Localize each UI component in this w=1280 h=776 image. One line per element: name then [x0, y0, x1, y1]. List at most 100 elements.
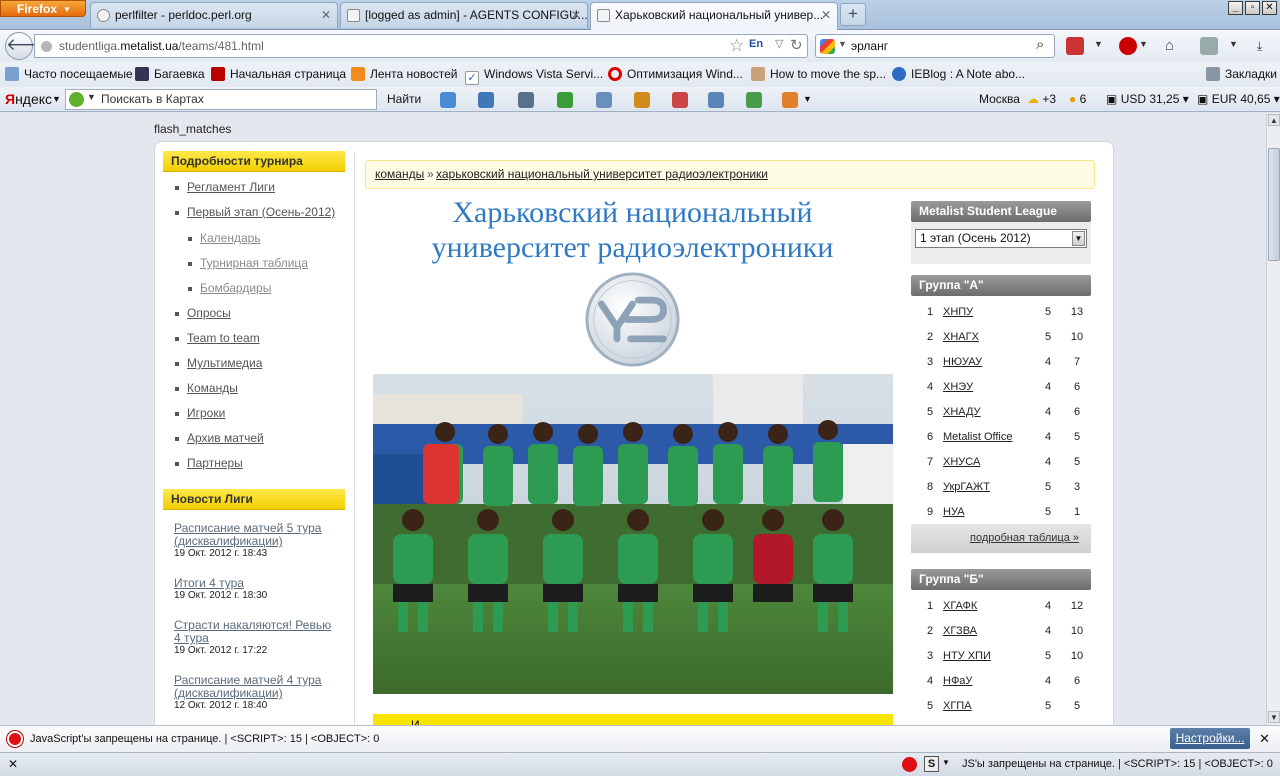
url-text[interactable]: studentliga.metalist.ua/teams/481.html — [59, 39, 264, 53]
tab-close-icon[interactable]: ✕ — [321, 3, 331, 27]
team-link[interactable]: ХГАФК — [943, 600, 977, 612]
apps-icon[interactable] — [518, 92, 534, 108]
close-icon[interactable]: ✕ — [1259, 731, 1270, 747]
menu-link-partners[interactable]: Партнеры — [187, 456, 243, 470]
key-icon[interactable] — [557, 92, 573, 108]
search-icon[interactable]: ⌕ — [1036, 36, 1044, 53]
team-link[interactable]: ХНЭУ — [943, 381, 973, 393]
find-button[interactable]: Найти — [387, 92, 421, 106]
bookmark-item[interactable]: IEBlog : A Note abo... — [892, 67, 1025, 81]
chevron-down-icon[interactable]: ▼ — [1072, 231, 1085, 246]
bookmarks-menu[interactable]: Закладки — [1206, 67, 1277, 81]
weather-widget[interactable]: ☁ +3 — [1027, 92, 1056, 106]
map-search-icon[interactable] — [69, 92, 84, 107]
tab-close-icon[interactable]: ✕ — [571, 3, 581, 27]
chevron-down-icon[interactable]: ▼ — [1094, 39, 1103, 49]
menu-link-teams[interactable]: Команды — [187, 381, 238, 395]
maximize-button[interactable]: ▫ — [1245, 1, 1260, 15]
close-window-button[interactable]: ✕ — [1262, 1, 1277, 15]
more-tools-icon[interactable]: ⤓ — [1257, 39, 1262, 54]
stage-select[interactable]: 1 этап (Осень 2012) ▼ — [915, 229, 1087, 248]
team-link[interactable]: ХГПА — [943, 700, 972, 712]
minimize-button[interactable]: _ — [1228, 1, 1243, 15]
yandex-search-input[interactable]: ▼ Поискать в Картах — [65, 89, 377, 110]
menu-link-standings[interactable]: Турнирная таблица — [200, 256, 308, 270]
tab-kharkiv-university[interactable]: Харьковский национальный универ... ✕ — [590, 2, 838, 30]
url-history-dropdown-icon[interactable]: ▽ — [775, 37, 783, 50]
bookmark-star-icon[interactable]: ☆ — [729, 36, 744, 56]
chevron-down-icon[interactable]: ▼ — [1139, 39, 1148, 49]
new-tab-button[interactable]: + — [840, 3, 866, 26]
scroll-down-icon[interactable]: ▼ — [1268, 711, 1280, 723]
translate-icon[interactable] — [478, 92, 494, 108]
menu-link-team-to-team[interactable]: Team to team — [187, 331, 260, 345]
tab-close-icon[interactable]: ✕ — [821, 3, 831, 27]
tab-agents-config[interactable]: [logged as admin] - AGENTS CONFIGU... ✕ — [340, 2, 588, 28]
search-input[interactable]: эрланг — [851, 39, 888, 53]
yandex-logo[interactable]: Яндекс — [5, 91, 52, 107]
team-link[interactable]: ХГЗВА — [943, 625, 977, 637]
team-link[interactable]: ХНАГХ — [943, 331, 979, 343]
bookmark-item[interactable]: Часто посещаемые — [5, 67, 133, 81]
reload-icon[interactable]: ↻ — [790, 36, 803, 54]
team-link[interactable]: ХНАДУ — [943, 406, 981, 418]
news-link[interactable]: Страсти накаляются! Ревью 4 тура — [174, 619, 339, 645]
breadcrumb-teams-link[interactable]: команды — [375, 167, 424, 181]
menu-link-polls[interactable]: Опросы — [187, 306, 231, 320]
team-link[interactable]: УкрГАЖТ — [943, 481, 990, 493]
bookmark-item[interactable]: ✓ Windows Vista Servi... — [465, 67, 603, 85]
site-identity-icon[interactable] — [41, 41, 52, 52]
mail-check-icon[interactable] — [440, 92, 456, 108]
full-table-link[interactable]: подробная таблица » — [970, 532, 1079, 544]
menu-link-scorers[interactable]: Бомбардиры — [200, 281, 271, 295]
menu-link-first-stage[interactable]: Первый этап (Осень-2012) — [187, 205, 335, 219]
google-icon[interactable] — [820, 39, 835, 54]
vertical-scrollbar[interactable]: ▲ ▼ — [1266, 113, 1280, 725]
firefox-menu-button[interactable]: Firefox ▼ — [0, 0, 86, 17]
team-link[interactable]: НФаУ — [943, 675, 972, 687]
add-icon[interactable] — [746, 92, 762, 108]
scroll-up-icon[interactable]: ▲ — [1268, 114, 1280, 126]
scrollbar-thumb[interactable] — [1268, 148, 1280, 261]
music-icon[interactable] — [634, 92, 650, 108]
noscript-icon[interactable] — [902, 757, 917, 772]
usd-rate[interactable]: ▣ USD 31,25 ▾ — [1106, 92, 1189, 106]
menu-link-players[interactable]: Игроки — [187, 406, 225, 420]
chevron-down-icon[interactable]: ▼ — [942, 758, 950, 767]
city-label[interactable]: Москва — [979, 92, 1020, 106]
network-icon[interactable] — [708, 92, 724, 108]
breadcrumb-current-link[interactable]: харьковский национальный университет рад… — [436, 167, 768, 181]
mail-icon[interactable] — [596, 92, 612, 108]
settings-button[interactable]: Настройки... — [1170, 728, 1250, 749]
team-link[interactable]: Metalist Office — [943, 431, 1013, 443]
bookmark-item[interactable]: Багаевка — [135, 67, 205, 81]
bookmark-item[interactable]: How to move the sp... — [751, 67, 886, 81]
script-settings-icon[interactable]: S — [924, 756, 939, 772]
home-icon[interactable]: ⌂ — [1165, 37, 1183, 55]
language-indicator[interactable]: En — [749, 38, 763, 50]
close-icon[interactable]: ✕ — [8, 757, 18, 771]
tools-icon[interactable] — [1200, 37, 1218, 55]
url-bar[interactable]: studentliga.metalist.ua/teams/481.html ☆… — [34, 34, 808, 58]
team-link[interactable]: НТУ ХПИ — [943, 650, 991, 662]
team-link[interactable]: НЮУАУ — [943, 356, 982, 368]
chevron-down-icon[interactable]: ▼ — [803, 94, 812, 104]
gift-icon[interactable] — [782, 92, 798, 108]
traffic-widget[interactable]: ● 6 — [1069, 92, 1086, 106]
chevron-down-icon[interactable]: ▼ — [52, 94, 61, 104]
menu-link-rules[interactable]: Регламент Лиги — [187, 180, 275, 194]
team-link[interactable]: НУА — [943, 506, 965, 518]
adblock-icon[interactable] — [1119, 37, 1137, 55]
chevron-down-icon[interactable]: ▼ — [1229, 39, 1238, 49]
chevron-down-icon[interactable]: ▼ — [87, 92, 96, 102]
games-icon[interactable] — [672, 92, 688, 108]
eur-rate[interactable]: ▣ EUR 40,65 ▾ — [1197, 92, 1280, 106]
bookmark-item[interactable]: Лента новостей — [351, 67, 458, 81]
team-link[interactable]: ХНУСА — [943, 456, 980, 468]
team-link[interactable]: ХНПУ — [943, 306, 973, 318]
news-link[interactable]: Итоги 4 тура — [174, 577, 339, 590]
pdf-icon[interactable] — [1066, 37, 1084, 55]
bookmark-item[interactable]: Оптимизация Wind... — [608, 67, 743, 81]
search-bar[interactable]: ▼ эрланг ⌕ — [815, 34, 1055, 58]
menu-link-calendar[interactable]: Календарь — [200, 231, 261, 245]
